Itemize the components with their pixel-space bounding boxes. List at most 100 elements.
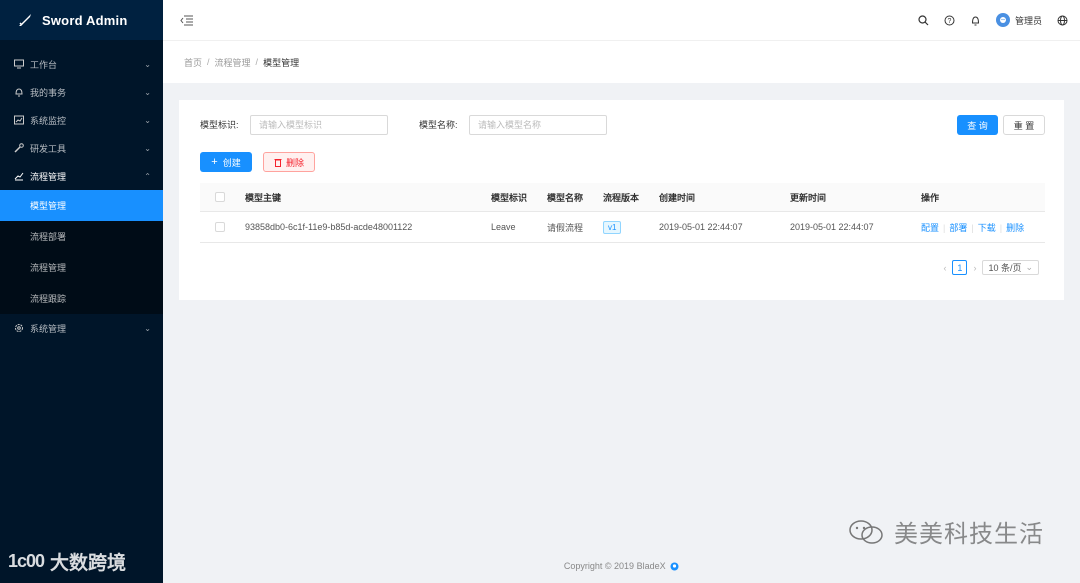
line-chart-icon: [14, 171, 24, 181]
footer: Copyright © 2019 BladeX: [163, 561, 1080, 571]
watermark-left: 1ᴄ00 大数跨境: [8, 548, 126, 575]
breadcrumb-separator: /: [255, 57, 259, 67]
sidebar-item-my-tasks[interactable]: 我的事务 ⌄: [0, 78, 163, 106]
model-list-card: 模型标识: 请输入模型标识 模型名称: 请输入模型名称 查 询 重 置 + 创建…: [179, 100, 1064, 300]
prev-page-icon[interactable]: ‹: [943, 263, 946, 273]
column-header-updated: 更新时间: [790, 192, 827, 203]
model-key-input[interactable]: 请输入模型标识: [250, 115, 388, 135]
filter-form: 模型标识: 请输入模型标识 模型名称: 请输入模型名称 查 询 重 置: [179, 115, 1064, 137]
model-name-label: 模型名称:: [419, 120, 458, 130]
tool-icon: [14, 143, 24, 153]
sidebar-item-workbench[interactable]: 工作台 ⌄: [0, 50, 163, 78]
page-size-value: 10 条/页: [988, 263, 1022, 273]
next-page-icon[interactable]: ›: [973, 263, 976, 273]
breadcrumb: 首页 / 流程管理 / 模型管理: [163, 40, 1080, 83]
sidebar-item-system[interactable]: 系统管理 ⌄: [0, 314, 163, 342]
cell-updated: 2019-05-01 22:44:07: [790, 222, 874, 232]
logo[interactable]: Sword Admin: [0, 0, 163, 40]
cell-ops: 配置 | 部署 | 下载 | 删除: [921, 221, 1024, 234]
watermark-left-text: 大数跨境: [50, 553, 127, 574]
delete-link[interactable]: 删除: [1006, 223, 1024, 233]
search-button[interactable]: 查 询: [957, 115, 998, 135]
config-link[interactable]: 配置: [921, 223, 939, 233]
sidebar-item-label: 工作台: [30, 59, 58, 70]
delete-button[interactable]: 删除: [263, 152, 315, 172]
model-key-label: 模型标识:: [200, 120, 239, 130]
page-size-select[interactable]: 10 条/页 ⌄: [982, 260, 1039, 275]
sidebar-item-dev-tools[interactable]: 研发工具 ⌄: [0, 134, 163, 162]
column-header-created: 创建时间: [659, 192, 696, 203]
model-table: 模型主键 模型标识 模型名称 流程版本 创建时间 更新时间 操作 93858db…: [200, 183, 1045, 243]
sidebar-item-label: 系统管理: [30, 323, 67, 334]
cell-id: 93858db0-6c1f-11e9-b85d-acde48001122: [245, 222, 413, 232]
watermark-right: 美美科技生活: [848, 514, 1044, 549]
create-button-label: 创建: [222, 157, 241, 168]
copyright-text: Copyright © 2019 BladeX: [563, 561, 666, 571]
column-header-ops: 操作: [921, 192, 940, 203]
create-button[interactable]: + 创建: [200, 152, 252, 172]
sidebar-item-process[interactable]: 流程管理 ⌃: [0, 162, 163, 190]
globe-icon[interactable]: [1056, 14, 1068, 26]
download-link[interactable]: 下载: [978, 223, 996, 233]
header-actions: ? 管理员: [918, 0, 1068, 40]
reset-button-label: 重 置: [1013, 120, 1035, 131]
sidebar-item-label: 系统监控: [30, 115, 67, 126]
sidebar-item-process-management[interactable]: 流程管理: [0, 252, 163, 283]
top-header: ? 管理员: [163, 0, 1080, 40]
reset-button[interactable]: 重 置: [1003, 115, 1045, 135]
github-icon[interactable]: [670, 562, 679, 571]
sidebar-item-model-management[interactable]: 模型管理: [0, 190, 163, 221]
svg-text:?: ?: [948, 18, 952, 25]
table-header: 模型主键 模型标识 模型名称 流程版本 创建时间 更新时间 操作: [200, 183, 1045, 212]
chevron-down-icon: ⌄: [144, 59, 151, 69]
sidebar-item-process-deploy[interactable]: 流程部署: [0, 221, 163, 252]
sidebar-item-label: 我的事务: [30, 87, 67, 98]
ops-separator: |: [999, 222, 1003, 233]
plus-icon: +: [211, 156, 218, 168]
search-button-label: 查 询: [967, 120, 988, 131]
pagination: ‹ 1 › 10 条/页 ⌄: [943, 260, 1039, 275]
delete-button-label: 删除: [285, 157, 304, 168]
sidebar: Sword Admin 工作台 ⌄ 我的事务 ⌄ 系统监控 ⌄ 研发工具 ⌄ 流…: [0, 0, 163, 583]
sword-logo-icon: [16, 11, 34, 29]
search-icon[interactable]: [918, 14, 930, 26]
cell-created: 2019-05-01 22:44:07: [659, 222, 743, 232]
bell-icon[interactable]: [970, 14, 982, 26]
user-menu[interactable]: 管理员: [995, 13, 1042, 27]
chevron-down-icon: ⌄: [144, 323, 151, 333]
chevron-down-icon: ⌄: [144, 115, 151, 125]
breadcrumb-process[interactable]: 流程管理: [215, 56, 251, 69]
ops-separator: |: [943, 222, 946, 233]
menu-fold-icon[interactable]: [179, 13, 193, 27]
help-icon[interactable]: ?: [944, 14, 956, 26]
sidebar-item-label: 流程管理: [30, 171, 67, 182]
chevron-down-icon: ⌄: [144, 143, 151, 153]
deploy-link[interactable]: 部署: [949, 223, 967, 233]
sidebar-item-process-tracking[interactable]: 流程跟踪: [0, 283, 163, 314]
table-row: 93858db0-6c1f-11e9-b85d-acde48001122 Lea…: [200, 212, 1045, 243]
page-current[interactable]: 1: [952, 260, 968, 275]
cell-key: Leave: [491, 222, 516, 232]
column-header-key: 模型标识: [491, 192, 528, 203]
sidebar-item-label: 流程管理: [30, 263, 67, 273]
watermark-left-mark: 1ᴄ00: [8, 551, 45, 571]
avatar: [995, 13, 1010, 27]
watermark-right-text: 美美科技生活: [894, 521, 1044, 548]
sidebar-item-monitor[interactable]: 系统监控 ⌄: [0, 106, 163, 134]
user-name: 管理员: [1014, 15, 1042, 26]
sidebar-item-label: 流程部署: [30, 232, 67, 242]
chart-box-icon: [14, 115, 24, 125]
app-title: Sword Admin: [42, 12, 128, 28]
breadcrumb-current: 模型管理: [263, 57, 300, 68]
chevron-down-icon: ⌄: [144, 87, 151, 97]
chevron-up-icon: ⌃: [144, 171, 151, 181]
sidebar-menu: 工作台 ⌄ 我的事务 ⌄ 系统监控 ⌄ 研发工具 ⌄ 流程管理 ⌃ 模型管理 流…: [0, 50, 163, 342]
sidebar-item-label: 模型管理: [30, 201, 67, 211]
cell-name: 请假流程: [547, 222, 584, 233]
model-name-input[interactable]: 请输入模型名称: [469, 115, 607, 135]
bell-icon: [14, 87, 24, 97]
row-checkbox[interactable]: [215, 222, 225, 232]
select-all-checkbox[interactable]: [215, 192, 225, 202]
breadcrumb-home[interactable]: 首页: [184, 56, 202, 69]
breadcrumb-separator: /: [207, 57, 210, 67]
